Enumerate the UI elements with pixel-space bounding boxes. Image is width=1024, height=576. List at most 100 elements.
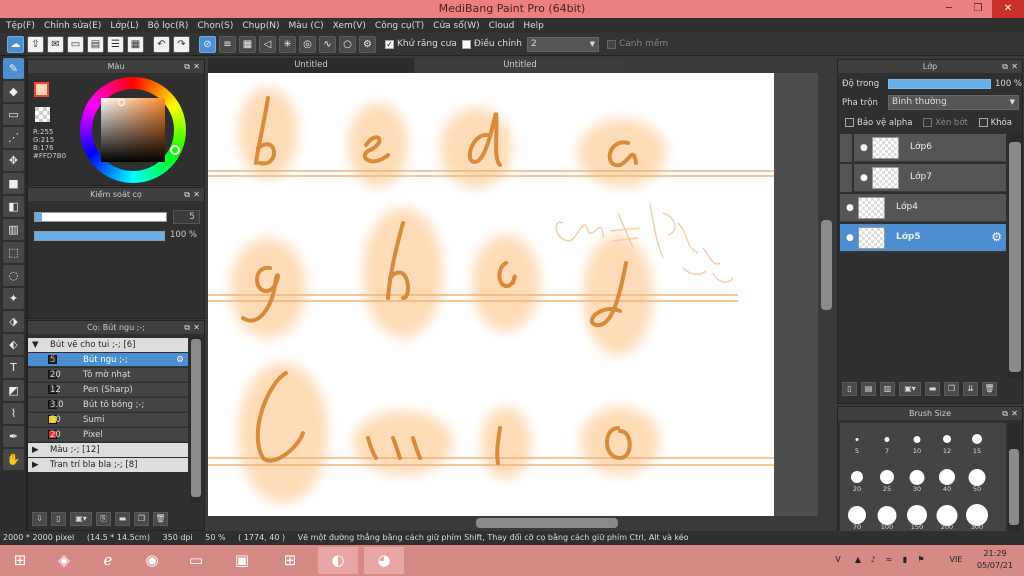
menu-file[interactable]: Tệp(F)	[6, 21, 35, 31]
lasso-tool-icon[interactable]: ◌	[3, 265, 24, 286]
antialias-checkbox[interactable]: ✓	[385, 39, 394, 49]
menu-edit[interactable]: Chỉnh sửa(E)	[44, 21, 101, 31]
canvas-horizontal-scrollbar[interactable]	[208, 516, 836, 530]
saturation-value-square[interactable]	[101, 98, 165, 162]
select-eraser-tool-icon[interactable]: ⬖	[3, 334, 24, 355]
brush-size-option[interactable]: 50	[962, 463, 992, 493]
clock-time[interactable]: 21:29	[975, 549, 1015, 559]
windows-start-icon[interactable]: ⊞	[0, 547, 40, 574]
eye-icon[interactable]: ●	[846, 203, 854, 213]
drawing-paper[interactable]	[208, 73, 774, 517]
brush-size-option[interactable]: 12	[932, 425, 962, 455]
brush-size-option[interactable]: 300	[962, 501, 992, 531]
brush-size-option[interactable]: 40	[932, 463, 962, 493]
snap-settings-icon[interactable]: ⚙	[359, 35, 376, 53]
new-8bit-layer-icon[interactable]: ▥	[880, 382, 895, 396]
chrome-icon[interactable]: ◉	[132, 547, 172, 574]
snap-parallel-icon[interactable]: ≡	[219, 35, 236, 53]
comment-icon[interactable]: ▭	[67, 35, 84, 53]
brush-size-option[interactable]: 15	[962, 425, 992, 455]
layer-list-scrollbar[interactable]	[1008, 132, 1022, 378]
snap-circle-icon[interactable]: ◎	[299, 35, 316, 53]
brush-item[interactable]: 50 Sumi	[28, 413, 188, 427]
folder-icon[interactable]: ▬	[115, 512, 130, 526]
document-icon[interactable]: ▤	[87, 35, 104, 53]
brush-size-option[interactable]: 5	[842, 425, 872, 455]
list-icon[interactable]: ☰	[107, 35, 124, 53]
brush-size-option[interactable]: 7	[872, 425, 902, 455]
brush-tool-icon[interactable]: ✎	[3, 58, 24, 79]
cloud-download-icon[interactable]: ⇩	[32, 512, 47, 526]
new-brush-icon[interactable]: ▯	[51, 512, 66, 526]
float-icon[interactable]: ⧉	[184, 188, 190, 201]
correction-checkbox[interactable]	[461, 39, 471, 49]
hand-tool-icon[interactable]: ✋	[3, 449, 24, 470]
brush-size-option[interactable]: 100	[872, 501, 902, 531]
brush-size-option[interactable]: 200	[932, 501, 962, 531]
flag-icon[interactable]: ⚑	[914, 555, 928, 565]
canvas-vertical-scrollbar[interactable]	[818, 73, 836, 517]
canvas-area[interactable]	[208, 73, 836, 517]
float-icon[interactable]: ⧉	[184, 321, 190, 334]
fill-rect-tool-icon[interactable]: ■	[3, 173, 24, 194]
volume-icon[interactable]: ♪	[866, 555, 880, 565]
bucket-tool-icon[interactable]: ◧	[3, 196, 24, 217]
eyedropper-tool-icon[interactable]: ⌇	[3, 403, 24, 424]
layer-opacity-slider[interactable]	[888, 79, 991, 89]
gear-icon[interactable]: ⚙	[176, 353, 184, 367]
snap-radial-icon[interactable]: ✳	[279, 35, 296, 53]
brush-item[interactable]: 20 Tô mờ nhạt	[28, 368, 188, 382]
foreground-color-swatch[interactable]	[34, 82, 49, 97]
dotbrush-tool-icon[interactable]: ⋰	[3, 127, 24, 148]
brush-list-scrollbar[interactable]	[190, 337, 202, 503]
minimize-button[interactable]: ─	[934, 0, 964, 18]
trash-icon[interactable]: 🗑	[982, 382, 997, 396]
new-halftone-layer-icon[interactable]: ▤	[861, 382, 876, 396]
close-button[interactable]: ✕	[992, 0, 1024, 18]
brush-size-option[interactable]: 10	[902, 425, 932, 455]
menu-color[interactable]: Màu (C)	[289, 21, 324, 31]
merge-layer-icon[interactable]: ⇊	[963, 382, 978, 396]
battery-icon[interactable]: ▮	[898, 555, 912, 565]
brush-item[interactable]: 12 Pen (Sharp)	[28, 383, 188, 397]
brush-item[interactable]: 5 Bút ngu ;-; ⚙	[28, 353, 188, 367]
brush-size-value[interactable]: 5	[173, 210, 200, 224]
language-indicator[interactable]: VIE	[945, 555, 967, 565]
tab-untitled-2[interactable]: Untitled	[416, 58, 624, 73]
layer-row[interactable]: ● Lớp5 ⚙	[840, 224, 1006, 252]
green-app-icon[interactable]: ◐	[318, 547, 358, 574]
add-brush-icon[interactable]: ▣▾	[70, 512, 92, 526]
hue-knob[interactable]	[170, 145, 180, 155]
close-icon[interactable]: ✕	[193, 321, 200, 334]
eye-icon[interactable]: ●	[846, 233, 854, 243]
undo-icon[interactable]: ↶	[153, 35, 170, 53]
snap-perspective-icon[interactable]: ◁	[259, 35, 276, 53]
network-icon[interactable]: ≈	[882, 555, 896, 565]
menu-cloud[interactable]: Cloud	[489, 21, 515, 31]
brush-size-option[interactable]: 70	[842, 501, 872, 531]
folder-icon[interactable]: ▬	[925, 382, 940, 396]
brush-size-scrollbar[interactable]	[1008, 423, 1020, 531]
brush-size-option[interactable]: 30	[902, 463, 932, 493]
snap-off-icon[interactable]: ⊘	[199, 35, 216, 53]
magic-wand-tool-icon[interactable]: ✦	[3, 288, 24, 309]
eye-icon[interactable]: ●	[860, 173, 868, 183]
brush-size-slider[interactable]	[34, 212, 167, 222]
protect-alpha-checkbox[interactable]	[845, 118, 854, 127]
color-wheel[interactable]	[80, 77, 186, 183]
redo-icon[interactable]: ↷	[173, 35, 190, 53]
close-icon[interactable]: ✕	[1011, 407, 1018, 420]
layer-row[interactable]: ● Lớp4	[840, 194, 1006, 222]
brush-item[interactable]: 20 Pixel	[28, 428, 188, 442]
pen-tool-icon[interactable]: ✒	[3, 426, 24, 447]
menu-filter[interactable]: Bộ lọc(R)	[148, 21, 189, 31]
chat-icon[interactable]: ✉	[47, 35, 64, 53]
office-icon[interactable]: ▣	[222, 547, 262, 574]
brush-group-3[interactable]: ▶ Tran trí bla bla ;-; [8]	[28, 458, 188, 472]
grid-icon[interactable]: ▦	[127, 35, 144, 53]
brush-settings-icon[interactable]: ⎘	[96, 512, 111, 526]
brush-group-1[interactable]: ▼ Bút vẽ cho tui ;-; [6]	[28, 338, 188, 352]
smooth-checkbox[interactable]	[606, 39, 616, 49]
rectangle-tool-icon[interactable]: ▭	[3, 104, 24, 125]
color-picker-knob[interactable]	[118, 99, 125, 106]
